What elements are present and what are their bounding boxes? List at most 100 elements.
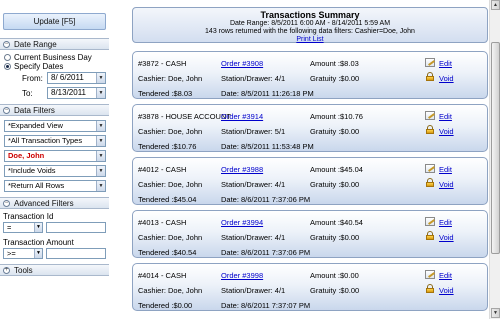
chevron-down-icon[interactable]: ▼ <box>96 73 105 83</box>
transaction-type-value: *All Transaction Types <box>8 136 83 145</box>
transaction-id-operator[interactable]: = ▼ <box>3 222 43 233</box>
transaction-id-label: Transaction Id <box>3 212 54 221</box>
amount: Amount :$40.54 <box>310 218 363 227</box>
edit-icon[interactable] <box>425 111 435 120</box>
scrollbar-thumb[interactable] <box>491 42 500 254</box>
chevron-down-icon[interactable]: ▼ <box>96 181 105 191</box>
transaction-date: Date: 8/6/2011 7:37:06 PM <box>221 248 311 257</box>
rows-select-value: *Return All Rows <box>8 181 65 190</box>
chevron-down-icon[interactable]: ▼ <box>34 249 42 258</box>
lock-icon[interactable] <box>426 231 434 240</box>
data-filters-header[interactable]: − Data Filters <box>0 104 109 116</box>
void-link[interactable]: Void <box>439 286 454 295</box>
specify-dates-label: Specify Dates <box>14 62 64 71</box>
void-link[interactable]: Void <box>439 127 454 136</box>
chevron-down-icon[interactable]: ▼ <box>96 151 105 161</box>
gratuity: Gratuity :$0.00 <box>310 74 360 83</box>
order-link[interactable]: Order #3914 <box>221 112 263 121</box>
chevron-down-icon[interactable]: ▼ <box>34 223 42 232</box>
amount: Amount :$10.76 <box>310 112 363 121</box>
specify-dates-option[interactable]: Specify Dates <box>4 62 63 71</box>
edit-link[interactable]: Edit <box>439 59 452 68</box>
radio-icon[interactable] <box>4 54 11 61</box>
order-link[interactable]: Order #3988 <box>221 165 263 174</box>
transaction-card: #4012 - CASH Order #3988 Amount :$45.04 … <box>132 157 488 205</box>
view-select[interactable]: *Expanded View ▼ <box>4 120 106 132</box>
gratuity: Gratuity :$0.00 <box>310 233 360 242</box>
transaction-type-select[interactable]: *All Transaction Types ▼ <box>4 135 106 147</box>
radio-selected-icon[interactable] <box>4 63 11 70</box>
edit-link[interactable]: Edit <box>439 218 452 227</box>
transaction-amount-operator-value: >= <box>7 249 16 258</box>
chevron-down-icon[interactable]: ▼ <box>96 166 105 176</box>
chevron-down-icon[interactable]: ▼ <box>96 121 105 131</box>
voids-select[interactable]: *Include Voids ▼ <box>4 165 106 177</box>
advanced-filters-header[interactable]: − Advanced Filters <box>0 197 109 209</box>
order-link[interactable]: Order #3998 <box>221 271 263 280</box>
tendered: Tendered :$40.54 <box>138 248 197 257</box>
transaction-card: #3878 - HOUSE ACCOUNT Order #3914 Amount… <box>132 104 488 152</box>
station-drawer: Station/Drawer: 4/1 <box>221 74 286 83</box>
chevron-down-icon[interactable]: ▼ <box>96 136 105 146</box>
edit-icon[interactable] <box>425 58 435 67</box>
data-filters-title: Data Filters <box>14 105 55 115</box>
transaction-date: Date: 8/5/2011 11:26:18 PM <box>221 89 314 98</box>
to-label: To: <box>22 89 33 98</box>
edit-icon[interactable] <box>425 164 435 173</box>
station-drawer: Station/Drawer: 4/1 <box>221 233 286 242</box>
tools-header[interactable]: + Tools <box>0 264 109 276</box>
scroll-down-icon[interactable]: ▼ <box>491 308 500 318</box>
order-link[interactable]: Order #3908 <box>221 59 263 68</box>
transaction-amount-input[interactable] <box>46 248 106 259</box>
cashier-select[interactable]: Doe, John ▼ <box>4 150 106 162</box>
sidebar: Update [F5] − Date Range Current Busines… <box>0 0 110 319</box>
void-link[interactable]: Void <box>439 233 454 242</box>
to-date-picker[interactable]: 8/13/2011 ▼ <box>47 87 106 99</box>
lock-icon[interactable] <box>426 72 434 81</box>
transaction-id: #4014 - CASH <box>138 271 187 280</box>
edit-link[interactable]: Edit <box>439 165 452 174</box>
transactions-summary: Transactions Summary Date Range: 8/5/201… <box>132 7 488 43</box>
expand-icon[interactable]: + <box>3 266 10 274</box>
void-link[interactable]: Void <box>439 180 454 189</box>
transaction-id: #3878 - HOUSE ACCOUNT <box>138 112 231 121</box>
order-link[interactable]: Order #3994 <box>221 218 263 227</box>
transaction-date: Date: 8/6/2011 7:37:06 PM <box>221 195 311 204</box>
transaction-id-operator-value: = <box>7 223 12 232</box>
transaction-id: #3872 - CASH <box>138 59 187 68</box>
collapse-icon[interactable]: − <box>3 40 10 48</box>
transaction-id-input[interactable] <box>46 222 106 233</box>
edit-link[interactable]: Edit <box>439 271 452 280</box>
cashier: Cashier: Doe, John <box>138 127 203 136</box>
print-list-link[interactable]: Print List <box>296 36 323 43</box>
void-link[interactable]: Void <box>439 74 454 83</box>
rows-select[interactable]: *Return All Rows ▼ <box>4 180 106 192</box>
gratuity: Gratuity :$0.00 <box>310 180 360 189</box>
date-range-title: Date Range <box>14 39 57 49</box>
collapse-icon[interactable]: − <box>3 199 10 207</box>
date-range-header[interactable]: − Date Range <box>0 38 109 50</box>
current-business-day-option[interactable]: Current Business Day <box>4 53 92 62</box>
vertical-scrollbar[interactable]: ▲ ▼ <box>489 0 500 319</box>
update-button[interactable]: Update [F5] <box>3 13 106 30</box>
transaction-card: #4014 - CASH Order #3998 Amount :$0.00 E… <box>132 263 488 311</box>
collapse-icon[interactable]: − <box>3 106 10 114</box>
transaction-card: #4013 - CASH Order #3994 Amount :$40.54 … <box>132 210 488 258</box>
from-date-picker[interactable]: 8/ 6/2011 ▼ <box>47 72 106 84</box>
lock-icon[interactable] <box>426 284 434 293</box>
advanced-filters-title: Advanced Filters <box>14 198 74 208</box>
scroll-up-icon[interactable]: ▲ <box>491 0 500 10</box>
edit-icon[interactable] <box>425 270 435 279</box>
edit-icon[interactable] <box>425 217 435 226</box>
lock-icon[interactable] <box>426 125 434 134</box>
amount: Amount :$45.04 <box>310 165 363 174</box>
from-date-value: 8/ 6/2011 <box>51 73 84 82</box>
transaction-date: Date: 8/6/2011 7:37:07 PM <box>221 301 311 310</box>
view-select-value: *Expanded View <box>8 121 63 130</box>
lock-icon[interactable] <box>426 178 434 187</box>
cashier: Cashier: Doe, John <box>138 233 203 242</box>
chevron-down-icon[interactable]: ▼ <box>96 88 105 98</box>
transaction-amount-operator[interactable]: >= ▼ <box>3 248 43 259</box>
cashier-select-value: Doe, John <box>8 151 45 160</box>
edit-link[interactable]: Edit <box>439 112 452 121</box>
